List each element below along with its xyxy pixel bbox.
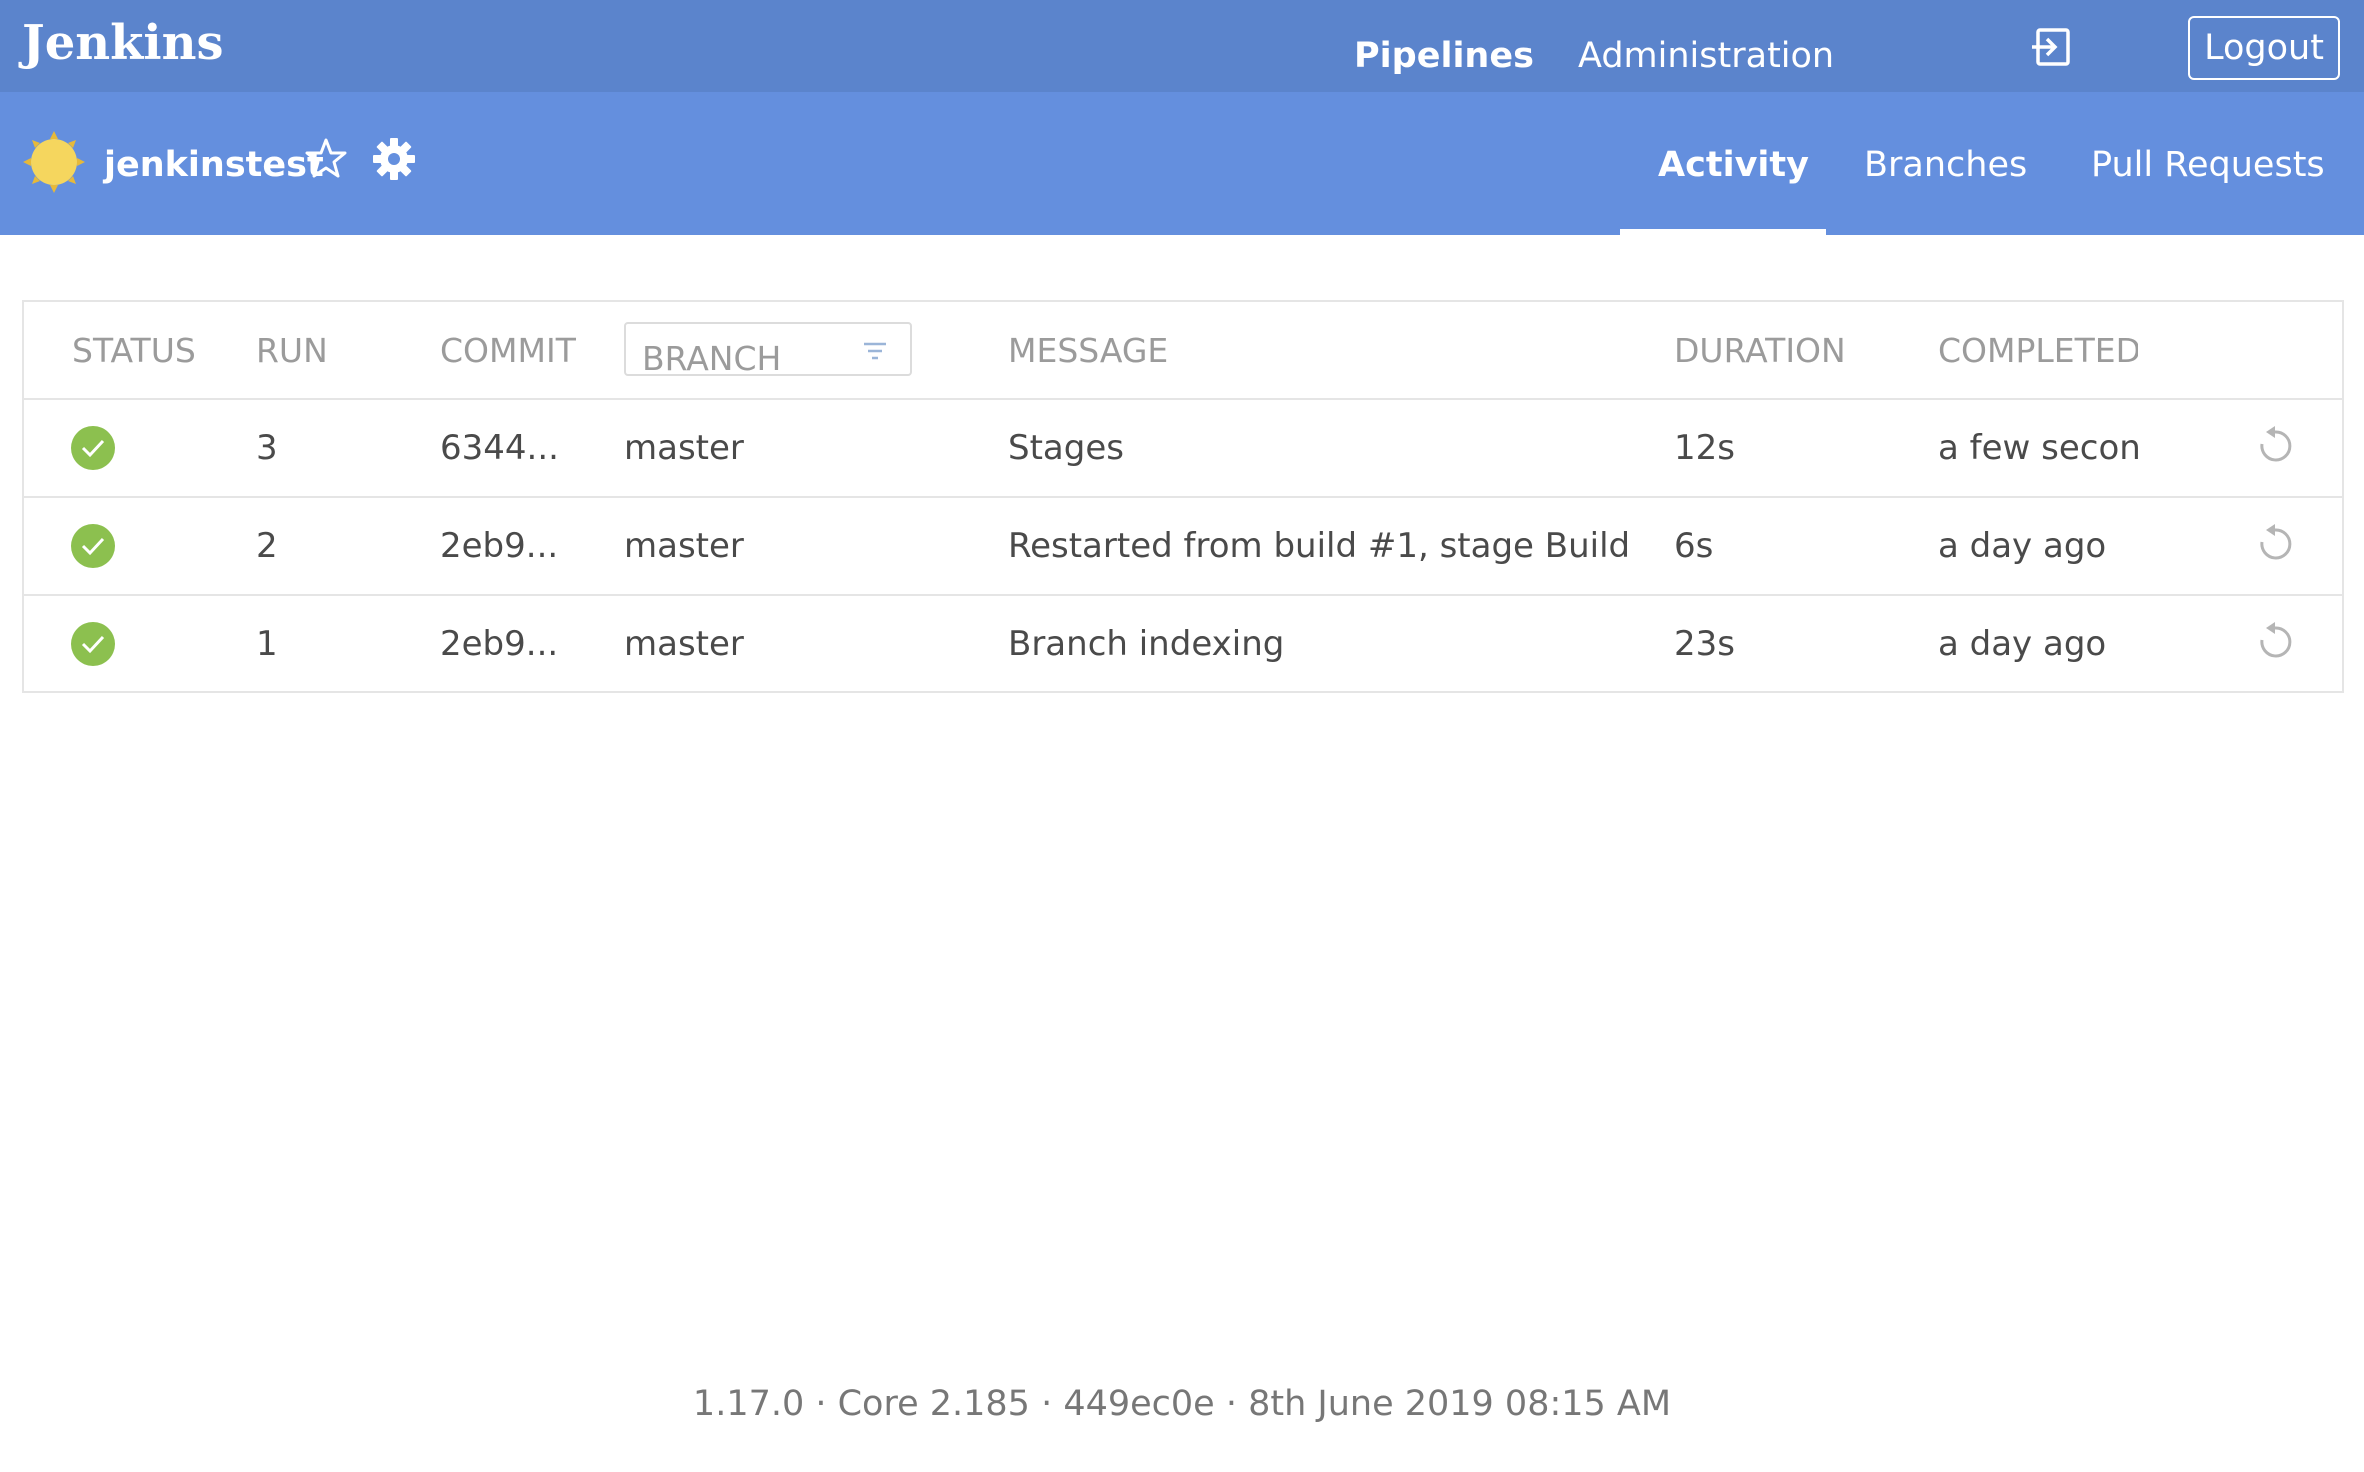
header-branch: BRANCH	[642, 339, 782, 378]
commit-id: 6344...	[440, 428, 559, 468]
branch-name: master	[624, 526, 744, 566]
filter-icon	[864, 342, 886, 360]
run-message: Branch indexing	[1008, 624, 1285, 664]
replay-icon[interactable]	[2254, 621, 2296, 663]
commit-id: 2eb9...	[440, 526, 559, 566]
run-number: 1	[256, 624, 278, 664]
header-message: MESSAGE	[1008, 331, 1169, 370]
tab-branches[interactable]: Branches	[1864, 137, 2027, 193]
replay-icon[interactable]	[2254, 523, 2296, 565]
branch-name: master	[624, 428, 744, 468]
branch-name: master	[624, 624, 744, 664]
top-navigation-bar: Jenkins Pipelines Administration Logout	[0, 0, 2364, 92]
run-number: 2	[256, 526, 278, 566]
table-row[interactable]: 2 2eb9... master Restarted from build #1…	[24, 498, 2342, 596]
table-row[interactable]: 1 2eb9... master Branch indexing 23s a d…	[24, 596, 2342, 692]
branch-filter-dropdown[interactable]: BRANCH	[624, 322, 912, 378]
table-row[interactable]: 3 6344... master Stages 12s a few second…	[24, 400, 2342, 498]
logout-button[interactable]: Logout	[2188, 16, 2340, 80]
run-number: 3	[256, 428, 278, 468]
success-check-icon	[71, 426, 115, 470]
table-header: STATUS RUN COMMIT BRANCH MESSAGE DURATIO…	[24, 302, 2342, 400]
header-completed: COMPLETED	[1938, 331, 2138, 370]
success-check-icon	[71, 524, 115, 568]
version-footer: 1.17.0 · Core 2.185 · 449ec0e · 8th June…	[692, 1384, 1672, 1424]
header-status: STATUS	[72, 331, 196, 370]
run-completed: a few seconds ago	[1938, 428, 2138, 468]
header-commit: COMMIT	[440, 331, 576, 370]
exit-classic-icon[interactable]	[2028, 24, 2076, 72]
success-check-icon	[71, 622, 115, 666]
run-duration: 12s	[1674, 428, 1735, 468]
run-completed: a day ago	[1938, 624, 2107, 664]
run-completed: a day ago	[1938, 526, 2107, 566]
commit-id: 2eb9...	[440, 624, 559, 664]
nav-administration-link[interactable]: Administration	[1578, 28, 1834, 84]
jenkins-logo[interactable]: Jenkins	[22, 8, 224, 78]
header-duration: DURATION	[1674, 331, 1846, 370]
pipeline-name[interactable]: jenkinstest	[104, 137, 324, 193]
activity-table: STATUS RUN COMMIT BRANCH MESSAGE DURATIO…	[22, 300, 2344, 693]
header-run: RUN	[256, 331, 328, 370]
tab-pull-requests[interactable]: Pull Requests	[2091, 137, 2325, 193]
active-tab-indicator	[1620, 229, 1826, 235]
run-duration: 6s	[1674, 526, 1714, 566]
replay-icon[interactable]	[2254, 425, 2296, 467]
favorite-star-icon[interactable]	[304, 136, 348, 180]
tab-activity[interactable]: Activity	[1658, 137, 1809, 193]
nav-pipelines-link[interactable]: Pipelines	[1354, 28, 1534, 84]
run-message: Restarted from build #1, stage Build	[1008, 526, 1631, 566]
sunny-icon	[23, 131, 85, 193]
run-message: Stages	[1008, 428, 1124, 468]
run-duration: 23s	[1674, 624, 1735, 664]
settings-gear-icon[interactable]	[371, 136, 417, 182]
